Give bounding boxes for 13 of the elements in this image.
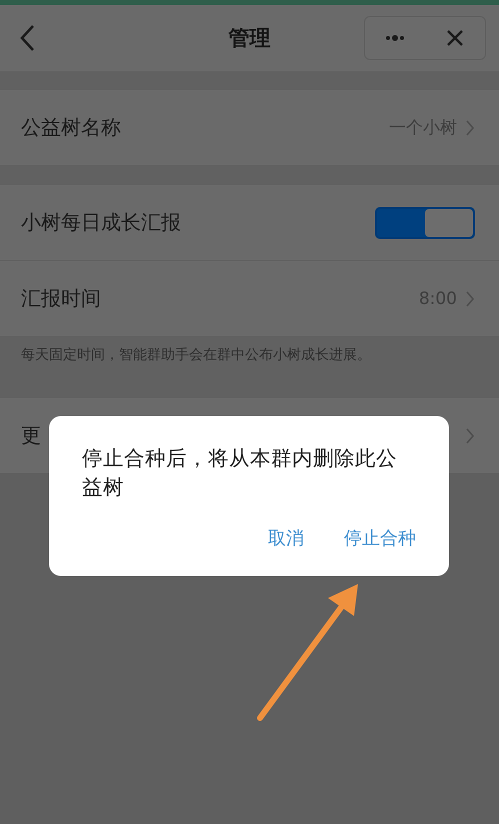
- row-label: 更: [21, 422, 41, 449]
- chevron-icon: [465, 290, 475, 308]
- row-label: 小树每日成长汇报: [21, 209, 181, 236]
- settings-row[interactable]: 小树每日成长汇报: [0, 185, 499, 260]
- chevron-icon: [465, 118, 475, 136]
- toggle-switch[interactable]: [375, 206, 475, 238]
- chevron-icon: [465, 426, 475, 444]
- row-label: 公益树名称: [21, 114, 121, 141]
- dialog-message: 停止合种后，将从本群内删除此公益树: [82, 445, 398, 501]
- row-label: 汇报时间: [21, 285, 101, 312]
- dialog-button[interactable]: 取消: [268, 526, 304, 550]
- page-title: 管理: [228, 26, 270, 50]
- dialog-button[interactable]: 停止合种: [344, 526, 416, 550]
